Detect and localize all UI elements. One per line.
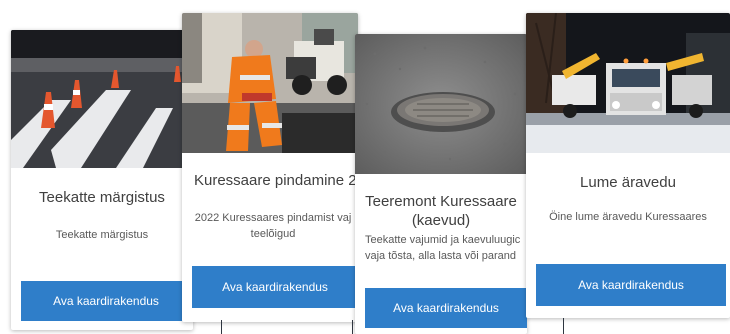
open-map-app-button[interactable]: Ava kaardirakendus (21, 281, 191, 321)
card-title: Kuressaare pindamine 2 (194, 172, 357, 189)
card-description: Teekatte vajumid ja kaevuluugic vaja tõs… (365, 234, 521, 262)
road-marking-photo (11, 30, 193, 168)
card-road-marking: Teekatte märgistus Teekatte märgistus Av… (11, 30, 193, 330)
open-map-app-button[interactable]: Ava kaardirakendus (365, 288, 527, 328)
snow-truck-photo (526, 13, 730, 153)
open-map-app-button[interactable]: Ava kaardirakendus (192, 266, 358, 308)
card-description: Öine lume äravedu Kuressaares (549, 211, 707, 223)
card-description: Teekatte märgistus (55, 229, 149, 241)
card-description: 2022 Kuressaares pindamist vaj teelõigud (194, 212, 352, 240)
card-road-repair-manholes: Teeremont Kuressaare (kaevud) Teekatte v… (355, 34, 527, 334)
open-map-app-button[interactable]: Ava kaardirakendus (536, 264, 726, 306)
card-title: Lume äravedu (580, 174, 676, 191)
card-snow-removal: Lume äravedu Öine lume äravedu Kuressaar… (526, 13, 730, 318)
card-title: Teeremont Kuressaare (kaevud) (365, 193, 517, 229)
manhole-photo (355, 34, 527, 174)
divider (352, 320, 353, 334)
divider (221, 320, 222, 334)
road-worker-photo (182, 13, 358, 153)
card-title: Teekatte märgistus (39, 189, 165, 206)
divider (563, 318, 564, 334)
card-kuressaare-surfacing: Kuressaare pindamine 2 2022 Kuressaares … (182, 13, 358, 322)
